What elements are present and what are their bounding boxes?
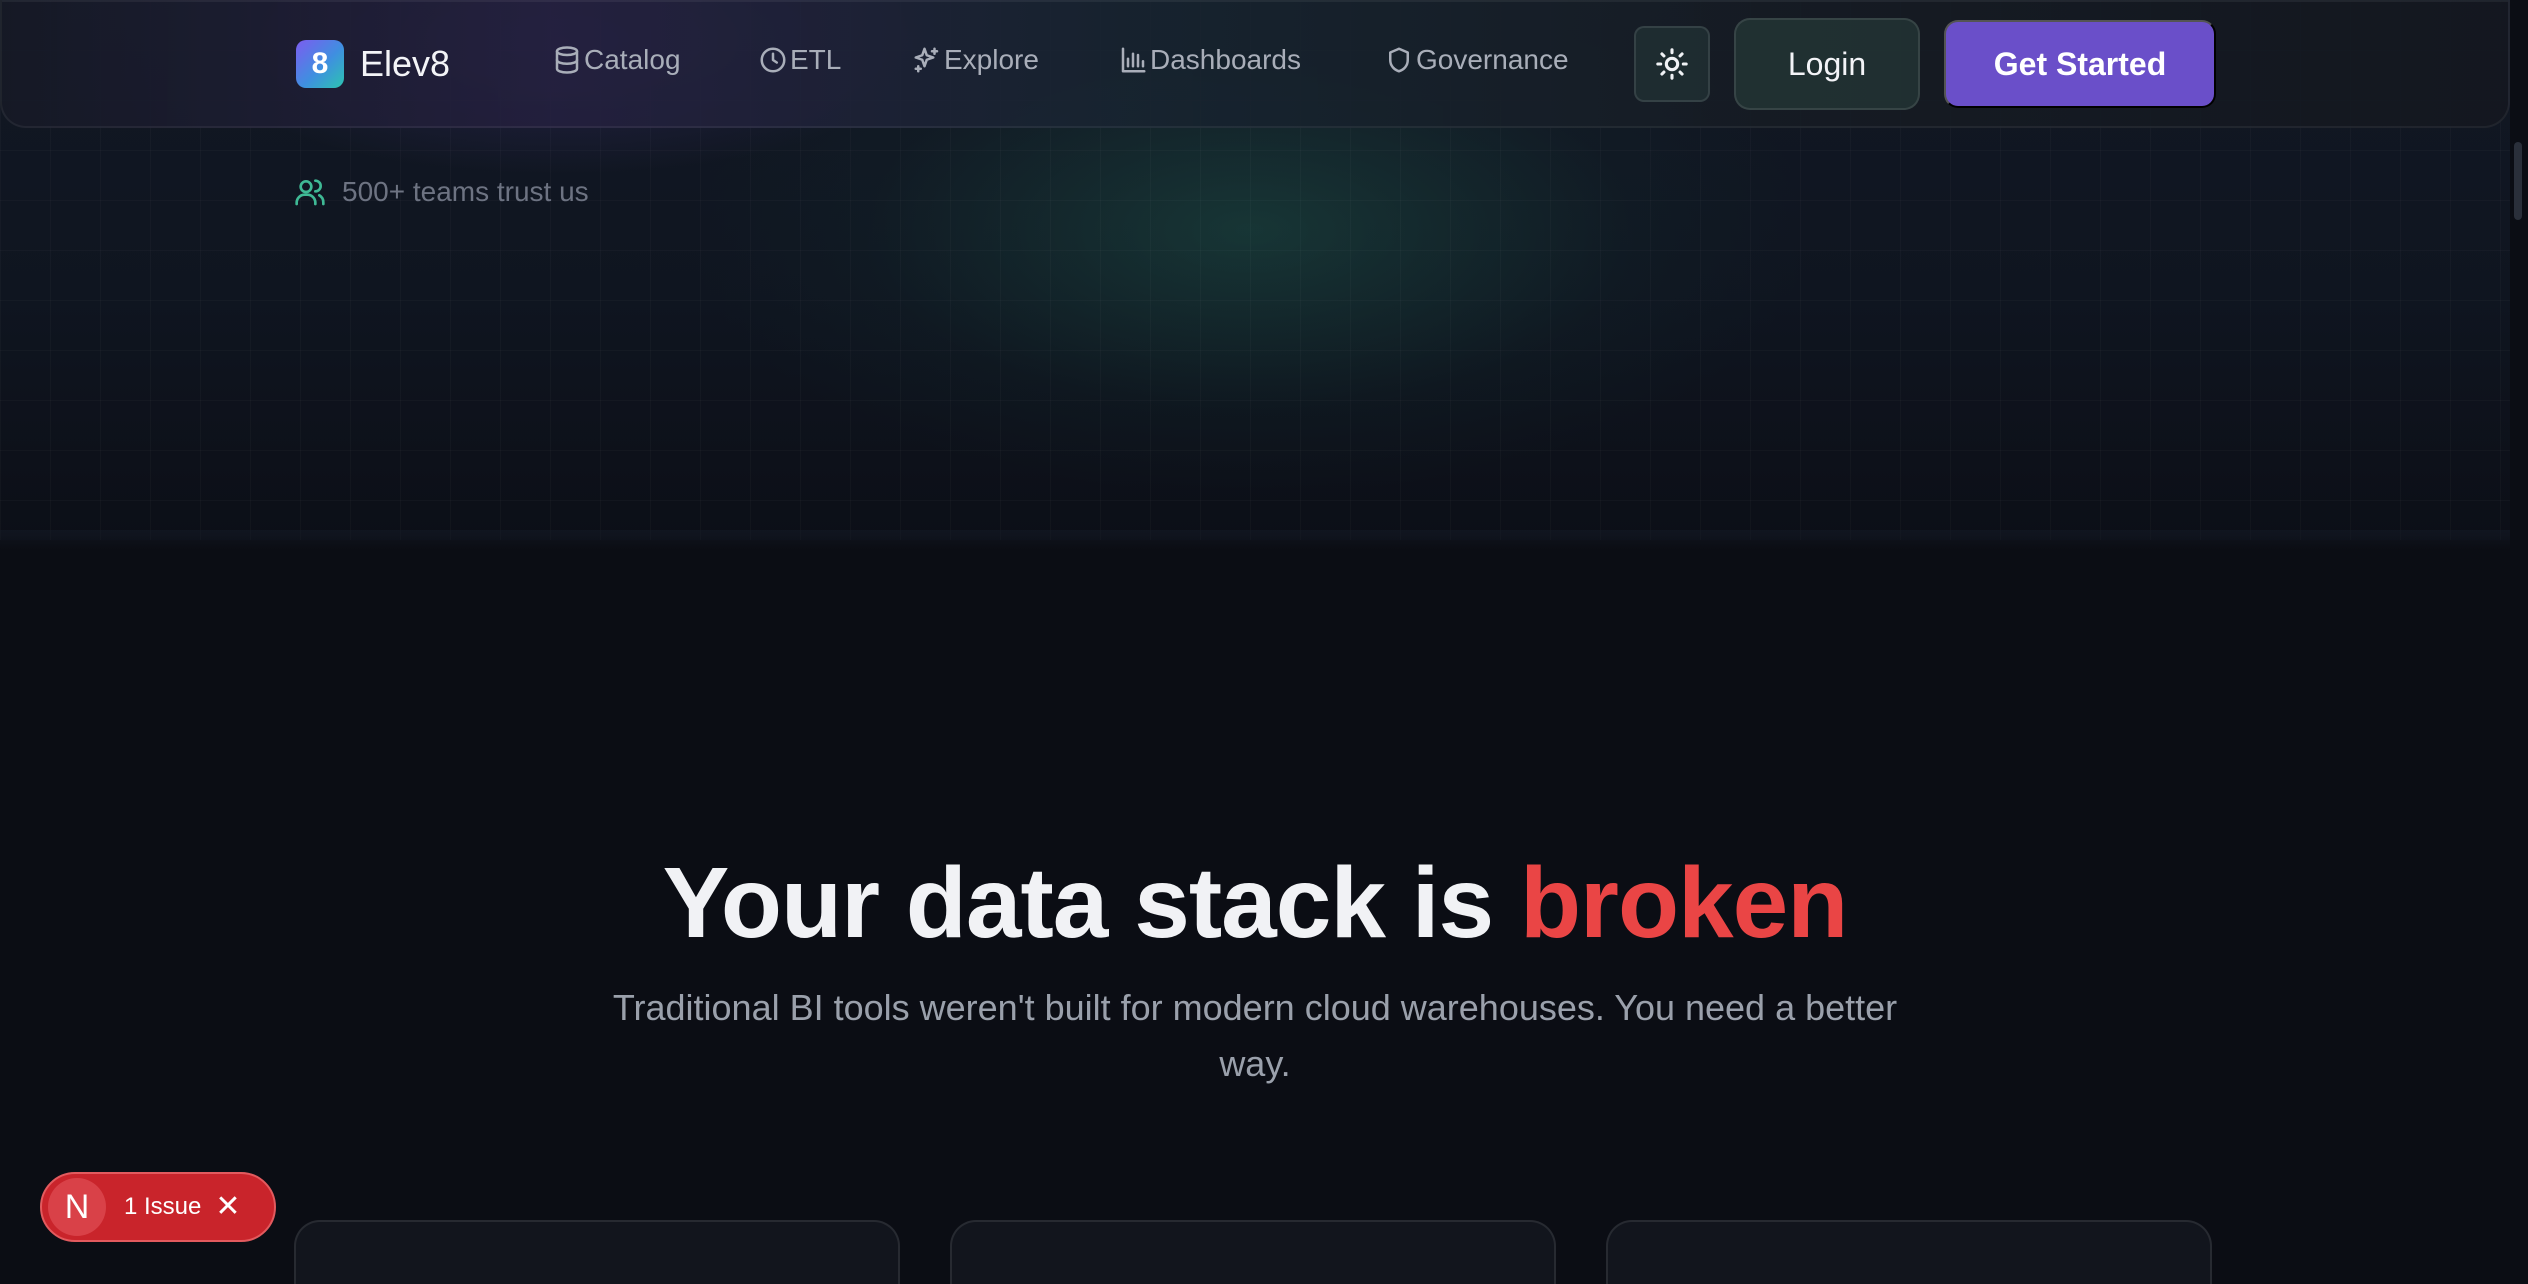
nav-item-catalog[interactable]: Catalog <box>552 44 681 76</box>
nav-item-governance[interactable]: Governance <box>1384 44 1569 76</box>
sun-icon <box>1656 48 1688 80</box>
nextjs-logo-icon: N <box>48 1178 106 1236</box>
nav-item-dashboards[interactable]: Dashboards <box>1118 44 1301 76</box>
users-icon <box>295 179 325 206</box>
headline-prefix: Your data stack is <box>662 847 1520 959</box>
headline-accent: broken <box>1519 847 1848 959</box>
get-started-button[interactable]: Get Started <box>1944 20 2216 108</box>
trust-text: 500+ teams trust us <box>342 176 589 207</box>
feature-card <box>1606 1220 2212 1284</box>
issues-badge[interactable]: N 1 Issue ✕ <box>40 1172 276 1242</box>
page: 8 Elev8 Catalog ETL Explore Dashboards G… <box>0 0 2528 1284</box>
brand-name: Elev8 <box>360 43 451 84</box>
hero-headline: Your data stack is broken <box>0 846 2510 961</box>
trust-indicator: 500+ teams trust us <box>294 176 589 208</box>
elev8-logo-icon: 8 <box>296 40 344 88</box>
hero-background-fade <box>0 530 2510 550</box>
login-button[interactable]: Login <box>1734 18 1920 110</box>
nav-item-label: Governance <box>1416 44 1569 75</box>
nav-item-etl[interactable]: ETL <box>758 44 841 76</box>
brand-logo[interactable]: 8 Elev8 <box>296 40 450 88</box>
bar-chart-icon <box>1121 47 1146 73</box>
theme-toggle-button[interactable] <box>1634 26 1710 102</box>
sparkles-icon <box>914 47 939 73</box>
nav-item-label: Explore <box>944 44 1039 75</box>
shield-icon <box>1389 47 1409 73</box>
hero-subheadline: Traditional BI tools weren't built for m… <box>612 987 1898 1084</box>
close-icon[interactable]: ✕ <box>215 1192 240 1222</box>
feature-card <box>950 1220 1556 1284</box>
feature-card <box>294 1220 900 1284</box>
top-navbar: 8 Elev8 Catalog ETL Explore Dashboards G… <box>0 0 2510 128</box>
nav-item-label: Catalog <box>584 44 681 75</box>
nav-item-label: Dashboards <box>1150 44 1301 75</box>
nav-item-label: ETL <box>790 44 842 75</box>
nav-item-explore[interactable]: Explore <box>912 44 1039 76</box>
clock-icon <box>760 47 786 73</box>
database-icon <box>555 46 579 74</box>
scrollbar-thumb[interactable] <box>2514 142 2522 220</box>
issues-count[interactable]: 1 Issue <box>124 1193 201 1221</box>
